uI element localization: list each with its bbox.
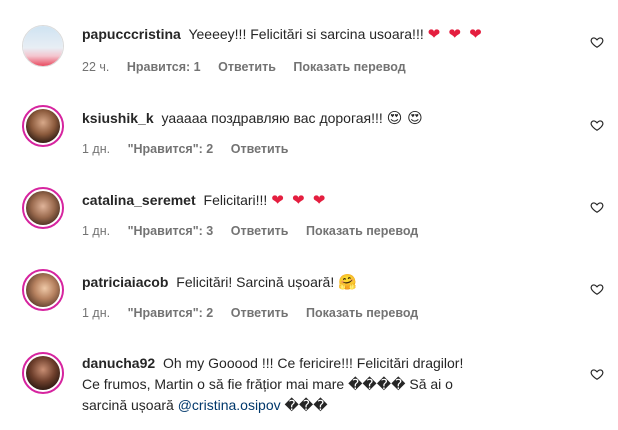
like-heart-icon[interactable] bbox=[590, 282, 604, 296]
comment-line: danucha92 Oh my Gooood !!! Ce fericire!!… bbox=[82, 353, 562, 374]
username-link[interactable]: papucccristina bbox=[82, 26, 181, 42]
translate-button[interactable]: Показать перевод bbox=[306, 224, 418, 238]
comment-text: papucccristina Yeeeey!!! Felicitări si s… bbox=[82, 24, 562, 45]
comment-body: Yeeeey!!! Felicitări si sarcina usoara!!… bbox=[188, 26, 424, 42]
comment-body: Felicitări! Sarcină ușoară! bbox=[176, 274, 335, 290]
heart-emoji-icon: ❤ ❤ ❤ bbox=[271, 192, 328, 209]
comment-line: sarcină ușoară @cristina.osipov ��� bbox=[82, 395, 562, 416]
avatar[interactable] bbox=[22, 269, 64, 311]
mention-link[interactable]: @cristina.osipov bbox=[178, 397, 281, 413]
likes-count-button[interactable]: "Нравится": 2 bbox=[128, 142, 214, 156]
comment-meta: 22 ч. Нравится: 1 Ответить Показать пере… bbox=[82, 60, 420, 74]
reply-button[interactable]: Ответить bbox=[218, 60, 276, 74]
translate-button[interactable]: Показать перевод bbox=[306, 306, 418, 320]
comment-body: sarcină ușoară bbox=[82, 397, 174, 413]
avatar[interactable] bbox=[22, 187, 64, 229]
likes-count-button[interactable]: Нравится: 1 bbox=[127, 60, 201, 74]
username-link[interactable]: patriciaiacob bbox=[82, 274, 168, 290]
timestamp[interactable]: 1 дн. bbox=[82, 224, 110, 238]
heart-emoji-icon: ❤ ❤ ❤ bbox=[427, 26, 484, 43]
avatar[interactable] bbox=[22, 105, 64, 147]
like-heart-icon[interactable] bbox=[590, 367, 604, 381]
comment-text: patriciaiacob Felicitări! Sarcină ușoară… bbox=[82, 272, 562, 293]
reply-button[interactable]: Ответить bbox=[231, 224, 289, 238]
comment-body: Oh my Gooood !!! Ce fericire!!! Felicită… bbox=[163, 355, 464, 371]
timestamp[interactable]: 22 ч. bbox=[82, 60, 109, 74]
username-link[interactable]: ksiushik_k bbox=[82, 110, 154, 126]
comment-body: ��� bbox=[284, 397, 328, 413]
comment-meta: 1 дн. "Нравится": 2 Ответить Показать пе… bbox=[82, 306, 432, 320]
comment-meta: 1 дн. "Нравится": 2 Ответить bbox=[82, 142, 302, 156]
comment-line: Ce frumos, Martin o să fie frățior mai m… bbox=[82, 376, 453, 392]
reply-button[interactable]: Ответить bbox=[231, 142, 289, 156]
hugging-face-emoji-icon: 🤗 bbox=[338, 273, 357, 291]
like-heart-icon[interactable] bbox=[590, 118, 604, 132]
comment-text: danucha92 Oh my Gooood !!! Ce fericire!!… bbox=[82, 353, 562, 416]
avatar[interactable] bbox=[22, 352, 64, 394]
likes-count-button[interactable]: "Нравится": 3 bbox=[128, 224, 214, 238]
like-heart-icon[interactable] bbox=[590, 200, 604, 214]
reply-button[interactable]: Ответить bbox=[231, 306, 289, 320]
comment-text: catalina_seremet Felicitari!!! ❤ ❤ ❤ bbox=[82, 190, 562, 211]
likes-count-button[interactable]: "Нравится": 2 bbox=[128, 306, 214, 320]
comment-text: ksiushik_k уааааа поздравляю вас дорогая… bbox=[82, 108, 562, 129]
timestamp[interactable]: 1 дн. bbox=[82, 142, 110, 156]
comment-body: Felicitari!!! bbox=[203, 192, 268, 208]
comment-body: уааааа поздравляю вас дорогая!!! bbox=[161, 110, 383, 126]
heart-eyes-emoji-icon: 😍 😍 bbox=[386, 109, 423, 127]
avatar[interactable] bbox=[22, 25, 64, 67]
username-link[interactable]: catalina_seremet bbox=[82, 192, 196, 208]
username-link[interactable]: danucha92 bbox=[82, 355, 155, 371]
like-heart-icon[interactable] bbox=[590, 35, 604, 49]
comment-meta: 1 дн. "Нравится": 3 Ответить Показать пе… bbox=[82, 224, 432, 238]
timestamp[interactable]: 1 дн. bbox=[82, 306, 110, 320]
translate-button[interactable]: Показать перевод bbox=[293, 60, 405, 74]
